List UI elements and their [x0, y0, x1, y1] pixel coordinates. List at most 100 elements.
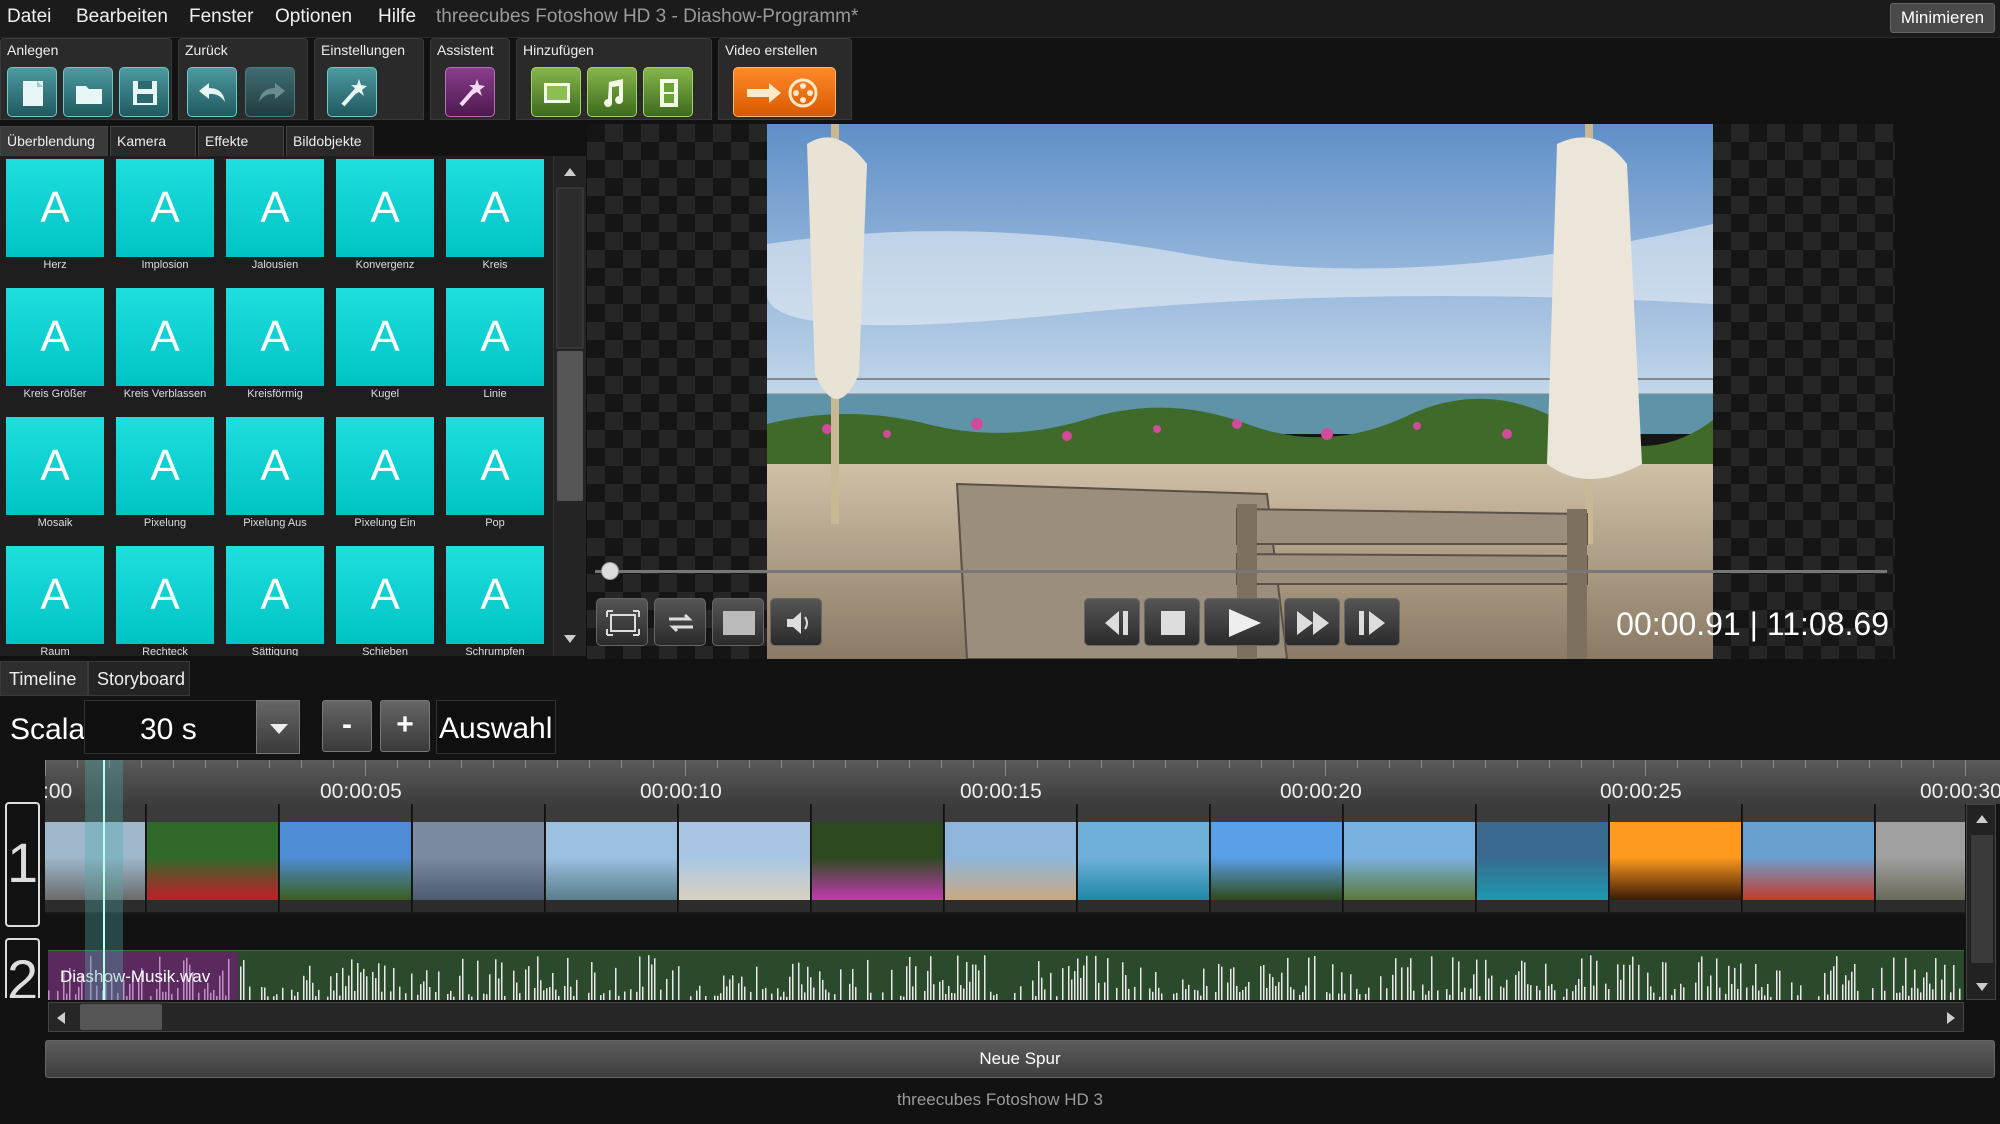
seek-track[interactable] [595, 570, 1887, 573]
tab-kamera[interactable]: Kamera [110, 126, 196, 156]
transition-tile[interactable]: A [6, 288, 104, 386]
menu-hilfe[interactable]: Hilfe [378, 6, 416, 28]
transition-tile[interactable]: A [226, 417, 324, 515]
timeline-ruler[interactable]: :00 00:00:05 00:00:10 00:00:15 00:00:20 00:00… [45, 760, 2000, 804]
tab-effekte[interactable]: Effekte [198, 126, 284, 156]
menu-optionen[interactable]: Optionen [275, 6, 352, 28]
new-track-button[interactable]: Neue Spur [45, 1040, 1995, 1078]
image-clip[interactable] [147, 804, 279, 912]
scroll-down-icon[interactable] [1976, 983, 1988, 991]
menu-bearbeiten[interactable]: Bearbeiten [76, 6, 168, 28]
transition-tile[interactable]: A [116, 546, 214, 644]
image-clip[interactable] [945, 804, 1077, 912]
next-frame-button[interactable] [1344, 598, 1400, 646]
image-clip[interactable] [1477, 804, 1609, 912]
image-track[interactable] [45, 804, 1965, 914]
create-video-button[interactable] [733, 67, 836, 117]
horizontal-scroll-thumb[interactable] [80, 1004, 162, 1030]
image-clip[interactable] [812, 804, 944, 912]
scroll-up-icon[interactable] [564, 168, 576, 176]
volume-button[interactable] [770, 598, 822, 646]
transition-scrollbar[interactable] [553, 156, 586, 656]
transition-tile[interactable]: A [446, 546, 544, 644]
timeline-horizontal-scrollbar[interactable] [48, 1002, 1964, 1032]
transition-tile[interactable]: A [6, 546, 104, 644]
image-clip[interactable] [280, 804, 412, 912]
audio-track[interactable]: Diashow-Musik.wav [48, 950, 1964, 1000]
scroll-up-icon[interactable] [1976, 815, 1988, 823]
image-clip[interactable] [1344, 804, 1476, 912]
tab-storyboard[interactable]: Storyboard [88, 661, 190, 696]
waveform-bar [405, 993, 407, 1000]
waveform-bar [1779, 970, 1781, 1000]
transition-tile[interactable]: A [226, 546, 324, 644]
stop-button[interactable] [1144, 598, 1200, 646]
transition-tile[interactable]: A [116, 417, 214, 515]
waveform-bar [1359, 994, 1361, 1000]
image-clip[interactable] [1743, 804, 1875, 912]
transition-tile[interactable]: A [226, 288, 324, 386]
undo-button[interactable] [187, 67, 237, 117]
new-project-button[interactable] [7, 67, 57, 117]
waveform-bar [1923, 977, 1925, 1000]
waveform-bar [264, 987, 266, 1000]
assistant-button[interactable] [445, 67, 495, 117]
image-clip[interactable] [679, 804, 811, 912]
transition-tile[interactable]: A [116, 159, 214, 257]
transition-tile[interactable]: A [336, 417, 434, 515]
open-project-button[interactable] [63, 67, 113, 117]
seek-handle[interactable] [601, 562, 619, 580]
transition-tile[interactable]: A [6, 417, 104, 515]
add-music-button[interactable] [587, 67, 637, 117]
waveform-bar [1035, 996, 1037, 1000]
zoom-out-button[interactable]: - [322, 700, 372, 752]
image-clip[interactable] [1876, 804, 1965, 912]
transition-tile[interactable]: A [116, 288, 214, 386]
scroll-thumb[interactable] [557, 351, 583, 501]
fast-forward-button[interactable] [1284, 598, 1340, 646]
settings-button[interactable] [327, 67, 377, 117]
transition-tile[interactable]: A [446, 288, 544, 386]
waveform-bar [1392, 974, 1394, 1000]
add-video-button[interactable] [643, 67, 693, 117]
waveform-bar [1476, 959, 1478, 1000]
image-clip[interactable] [413, 804, 545, 912]
transition-label: Rechteck [142, 646, 188, 656]
prev-frame-button[interactable] [1084, 598, 1140, 646]
selection-button[interactable]: Auswahl [436, 700, 556, 754]
loop-button[interactable] [654, 598, 706, 646]
transition-tile[interactable]: A [446, 417, 544, 515]
redo-button[interactable] [245, 67, 295, 117]
transition-tile[interactable]: A [336, 159, 434, 257]
ruler-tick [909, 760, 910, 768]
transition-tile[interactable]: A [336, 288, 434, 386]
scroll-right-icon[interactable] [1947, 1012, 1955, 1024]
transition-tile[interactable]: A [6, 159, 104, 257]
transition-label: Pixelung Aus [243, 517, 307, 529]
fullscreen-button[interactable] [712, 598, 764, 646]
fit-button[interactable] [596, 598, 648, 646]
save-project-button[interactable] [119, 67, 169, 117]
transition-tile[interactable]: A [446, 159, 544, 257]
scroll-down-icon[interactable] [564, 635, 576, 643]
playhead[interactable] [103, 760, 105, 1000]
tab-timeline[interactable]: Timeline [0, 661, 88, 696]
menu-fenster[interactable]: Fenster [189, 6, 253, 28]
menu-datei[interactable]: Datei [7, 6, 51, 28]
transition-tile[interactable]: A [226, 159, 324, 257]
play-button[interactable] [1204, 598, 1280, 646]
waveform-bar [1158, 987, 1160, 1000]
image-clip[interactable] [1610, 804, 1742, 912]
zoom-in-button[interactable]: + [380, 700, 430, 752]
image-clip[interactable] [1211, 804, 1343, 912]
tab-bildobjekte[interactable]: Bildobjekte [286, 126, 374, 156]
image-clip[interactable] [546, 804, 678, 912]
image-clip[interactable] [1078, 804, 1210, 912]
scale-dropdown-button[interactable] [256, 700, 300, 754]
scroll-left-icon[interactable] [57, 1012, 65, 1024]
add-image-button[interactable] [531, 67, 581, 117]
timeline-vertical-scrollbar[interactable] [1966, 804, 1996, 1000]
transition-tile[interactable]: A [336, 546, 434, 644]
tab-ueberblendung[interactable]: Überblendung [0, 126, 108, 156]
minimize-button[interactable]: Minimieren [1890, 3, 1995, 33]
